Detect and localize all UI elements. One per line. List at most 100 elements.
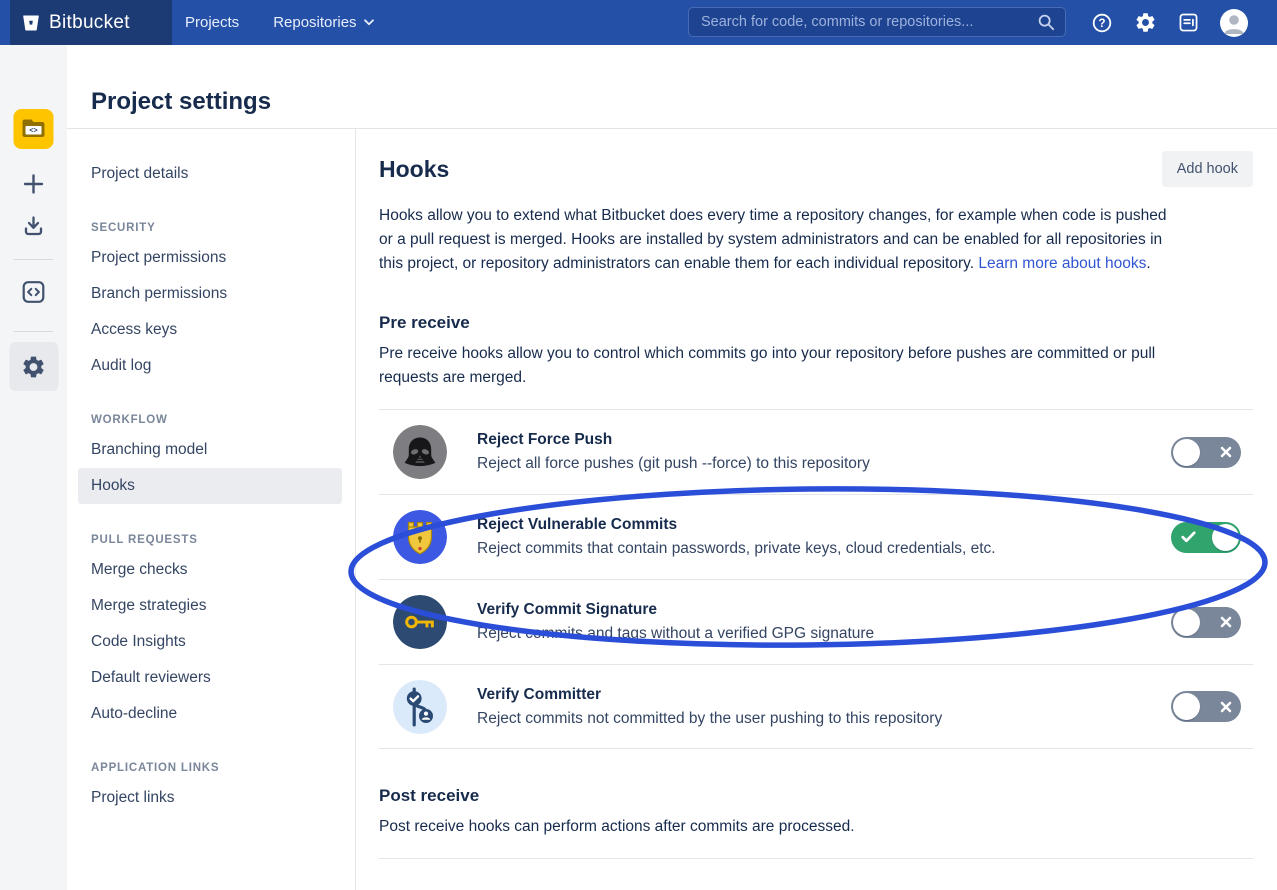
hook-row-reject-vulnerable-commits: Reject Vulnerable Commits Reject commits … — [379, 494, 1253, 579]
hook-info: Verify Commit Signature Reject commits an… — [477, 600, 1171, 644]
sidebar-section-application-links: APPLICATION LINKS — [67, 756, 355, 780]
sidebar-item-audit-log[interactable]: Audit log — [78, 348, 342, 384]
search-input[interactable] — [699, 13, 1037, 31]
sidebar-item-access-keys[interactable]: Access keys — [78, 312, 342, 348]
hook-description: Reject commits and tags without a verifi… — [477, 624, 1171, 644]
pre-receive-description: Pre receive hooks allow you to control w… — [379, 342, 1179, 390]
hook-description: Reject commits that contain passwords, p… — [477, 539, 1171, 559]
svg-text:<>: <> — [29, 127, 37, 134]
hook-name: Verify Committer — [477, 685, 1171, 704]
sidebar-item-merge-strategies[interactable]: Merge strategies — [78, 588, 342, 624]
hooks-title: Hooks — [379, 156, 449, 183]
project-avatar-tile: <> — [14, 109, 54, 149]
sidebar-item-project-details[interactable]: Project details — [78, 156, 342, 192]
hook-description: Reject commits not committed by the user… — [477, 709, 1171, 729]
help-icon: ? — [1090, 11, 1114, 35]
main-content: Hooks Add hook Hooks allow you to extend… — [379, 150, 1253, 859]
help-button[interactable]: ? — [1090, 11, 1114, 35]
shield-icon — [393, 510, 447, 564]
post-receive-description: Post receive hooks can perform actions a… — [379, 815, 1179, 839]
sidebar-item-default-reviewers[interactable]: Default reviewers — [78, 660, 342, 696]
hook-info: Reject Force Push Reject all force pushes… — [477, 430, 1171, 474]
x-icon — [1220, 446, 1232, 458]
committer-icon — [393, 680, 447, 734]
vader-icon — [393, 425, 447, 479]
check-icon — [1181, 531, 1196, 543]
nav-projects-label: Projects — [185, 14, 239, 31]
code-brackets-icon — [21, 279, 47, 305]
hook-info: Reject Vulnerable Commits Reject commits … — [477, 515, 1171, 559]
top-actions: ? — [1090, 0, 1248, 45]
feedback-button[interactable] — [1177, 11, 1200, 34]
svg-text:?: ? — [1098, 18, 1105, 30]
feedback-icon — [1177, 11, 1200, 34]
top-nav-links: Projects Repositories — [185, 0, 374, 45]
pre-receive-hook-list: Reject Force Push Reject all force pushes… — [379, 409, 1253, 749]
sidebar-item-merge-checks[interactable]: Merge checks — [78, 552, 342, 588]
hook-toggle-verify-committer[interactable] — [1171, 691, 1241, 722]
x-icon — [1220, 616, 1232, 628]
sidebar-item-project-permissions[interactable]: Project permissions — [78, 240, 342, 276]
sidebar-divider — [355, 129, 356, 890]
pre-receive-section: Pre receive Pre receive hooks allow you … — [379, 312, 1253, 749]
gear-icon — [1134, 11, 1157, 34]
nav-projects[interactable]: Projects — [185, 14, 239, 31]
sidebar-item-auto-decline[interactable]: Auto-decline — [78, 696, 342, 732]
hook-toggle-reject-vulnerable-commits[interactable] — [1171, 522, 1241, 553]
toggle-knob — [1173, 439, 1200, 466]
hook-row-reject-force-push: Reject Force Push Reject all force pushes… — [379, 409, 1253, 494]
rail-divider — [14, 259, 53, 260]
sidebar-item-code-insights[interactable]: Code Insights — [78, 624, 342, 660]
icon-rail: <> — [0, 45, 67, 890]
toggle-knob — [1173, 609, 1200, 636]
hook-toggle-reject-force-push[interactable] — [1171, 437, 1241, 468]
add-hook-button[interactable]: Add hook — [1162, 151, 1253, 187]
sidebar-item-branch-permissions[interactable]: Branch permissions — [78, 276, 342, 312]
sidebar-nav: Project details SECURITYProject permissio… — [67, 128, 355, 816]
sidebar-item-hooks[interactable]: Hooks — [78, 468, 342, 504]
bitbucket-bucket-icon — [21, 13, 41, 33]
post-receive-section: Post receive Post receive hooks can perf… — [379, 785, 1253, 859]
global-search[interactable] — [688, 7, 1066, 37]
key-icon — [393, 595, 447, 649]
chevron-down-icon — [364, 19, 374, 26]
download-icon — [21, 213, 47, 239]
project-avatar[interactable]: <> — [9, 104, 58, 153]
post-receive-divider — [379, 858, 1253, 859]
hook-description: Reject all force pushes (git push --forc… — [477, 454, 1171, 474]
search-icon — [1037, 13, 1055, 31]
nav-repositories[interactable]: Repositories — [273, 14, 373, 31]
hook-toggle-verify-commit-signature[interactable] — [1171, 607, 1241, 638]
plus-icon — [21, 171, 47, 197]
nav-repositories-label: Repositories — [273, 14, 356, 31]
hook-row-verify-commit-signature: Verify Commit Signature Reject commits an… — [379, 579, 1253, 664]
import-button[interactable] — [9, 201, 58, 250]
hooks-intro-suffix: . — [1146, 255, 1150, 272]
sidebar-section-pull-requests: PULL REQUESTS — [67, 528, 355, 552]
hooks-header: Hooks Add hook — [379, 150, 1253, 188]
hook-name: Verify Commit Signature — [477, 600, 1171, 619]
code-browser-button[interactable] — [9, 267, 58, 316]
x-icon — [1220, 701, 1232, 713]
sidebar-section-security: SECURITY — [67, 216, 355, 240]
settings-gear-icon — [21, 354, 47, 380]
brand-name: Bitbucket — [49, 12, 130, 34]
user-avatar-icon — [1220, 9, 1248, 37]
admin-settings-button[interactable] — [1134, 11, 1157, 34]
page-title: Project settings — [91, 88, 271, 116]
hook-name: Reject Vulnerable Commits — [477, 515, 1171, 534]
post-receive-title: Post receive — [379, 785, 1253, 806]
user-avatar[interactable] — [1220, 9, 1248, 37]
hook-info: Verify Committer Reject commits not commi… — [477, 685, 1171, 729]
bitbucket-logo[interactable]: Bitbucket — [10, 0, 172, 45]
sidebar-item-project-links[interactable]: Project links — [78, 780, 342, 816]
top-navigation-bar: Bitbucket Projects Repositories ? — [0, 0, 1277, 45]
folder-code-icon: <> — [21, 117, 47, 141]
hook-name: Reject Force Push — [477, 430, 1171, 449]
project-settings-button[interactable] — [9, 342, 58, 391]
sidebar-item-branching-model[interactable]: Branching model — [78, 432, 342, 468]
toggle-knob — [1173, 693, 1200, 720]
rail-divider — [14, 331, 53, 332]
toggle-knob — [1212, 524, 1239, 551]
learn-more-link[interactable]: Learn more about hooks — [978, 255, 1146, 272]
